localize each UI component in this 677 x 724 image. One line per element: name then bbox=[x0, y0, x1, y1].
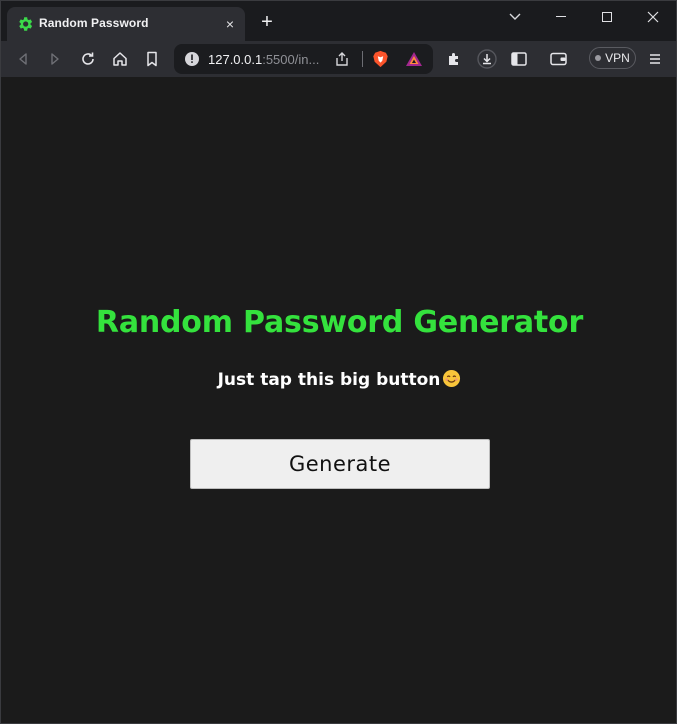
maximize-button[interactable] bbox=[587, 6, 627, 28]
url-text[interactable]: 127.0.0.1:5500/in... bbox=[208, 52, 319, 67]
vpn-button[interactable]: VPN bbox=[589, 47, 636, 69]
sidebar-button[interactable] bbox=[507, 47, 531, 71]
bookmark-icon bbox=[147, 51, 157, 67]
tab-close-button[interactable]: × bbox=[221, 15, 239, 33]
vpn-status-dot bbox=[595, 55, 602, 61]
brave-rewards-icon[interactable] bbox=[405, 50, 423, 68]
page-subtitle: Just tap this big button bbox=[1, 369, 677, 390]
url-host: 127.0.0.1 bbox=[208, 52, 263, 67]
gear-icon bbox=[19, 17, 33, 31]
puzzle-icon bbox=[449, 53, 458, 65]
forward-button[interactable] bbox=[43, 47, 67, 71]
back-button[interactable] bbox=[11, 47, 35, 71]
tab-search-button[interactable] bbox=[495, 6, 535, 28]
info-icon[interactable] bbox=[184, 51, 200, 67]
bookmark-button[interactable] bbox=[140, 47, 164, 71]
chevron-down-icon bbox=[509, 13, 521, 20]
wallet-icon bbox=[550, 52, 567, 66]
tab-random-password[interactable]: Random Password × bbox=[7, 7, 245, 41]
close-window-button[interactable] bbox=[633, 6, 673, 28]
minimize-button[interactable] bbox=[541, 6, 581, 28]
share-icon[interactable] bbox=[334, 51, 350, 67]
page-viewport: Random Password Generator Just tap this … bbox=[1, 77, 676, 723]
download-icon bbox=[477, 49, 497, 69]
page-title: Random Password Generator bbox=[95, 305, 584, 340]
forward-icon bbox=[51, 53, 59, 65]
extensions-button[interactable] bbox=[442, 47, 466, 71]
maximize-icon bbox=[602, 12, 612, 22]
close-icon bbox=[647, 11, 659, 23]
subtitle-text: Just tap this big button bbox=[217, 370, 441, 390]
address-bar[interactable]: 127.0.0.1:5500/in... bbox=[174, 44, 433, 74]
browser-window: Random Password × + 127.0.0.1:5500/in...… bbox=[0, 0, 677, 724]
sidebar-icon bbox=[511, 52, 527, 66]
browser-toolbar: 127.0.0.1:5500/in... VPN bbox=[1, 41, 676, 77]
url-path: :5500/in... bbox=[262, 52, 320, 67]
hamburger-menu-icon bbox=[650, 54, 660, 64]
url-divider bbox=[362, 51, 363, 67]
brave-shields-icon[interactable] bbox=[372, 50, 389, 68]
wallet-button[interactable] bbox=[547, 47, 571, 71]
tab-title: Random Password bbox=[39, 16, 149, 30]
home-icon bbox=[113, 52, 127, 66]
reload-button[interactable] bbox=[76, 47, 100, 71]
smiling-face-icon bbox=[443, 369, 461, 388]
new-tab-button[interactable]: + bbox=[257, 12, 277, 33]
generate-button[interactable]: Generate bbox=[190, 439, 490, 489]
downloads-button[interactable] bbox=[475, 47, 499, 71]
reload-icon bbox=[82, 52, 94, 65]
tab-strip: Random Password × + bbox=[1, 1, 676, 41]
menu-button[interactable] bbox=[643, 47, 667, 71]
back-icon bbox=[19, 53, 27, 65]
vpn-label: VPN bbox=[605, 51, 630, 65]
home-button[interactable] bbox=[108, 47, 132, 71]
minimize-icon bbox=[556, 16, 566, 17]
